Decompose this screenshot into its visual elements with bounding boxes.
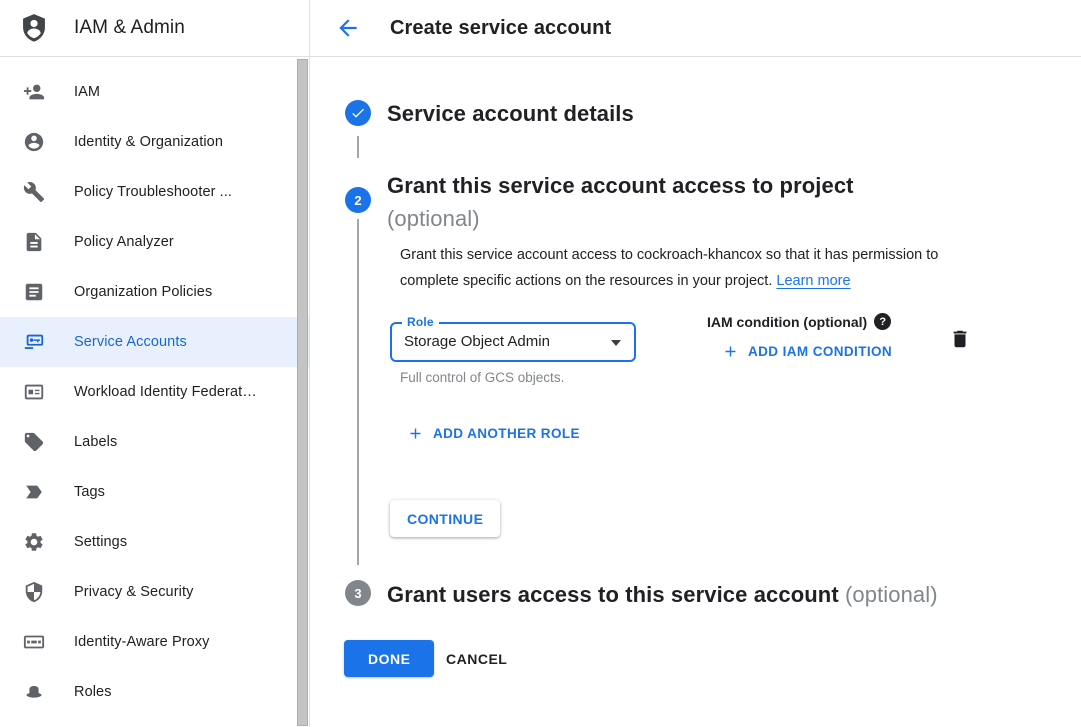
document-icon: [22, 280, 46, 304]
sidebar-item-label: Settings: [74, 534, 127, 550]
continue-button[interactable]: CONTINUE: [390, 500, 500, 537]
sidebar-header: IAM & Admin: [0, 0, 309, 57]
policy-analyzer-icon: [22, 230, 46, 254]
sidebar-item-label: Roles: [74, 684, 112, 700]
help-icon[interactable]: ?: [874, 313, 891, 330]
sidebar-item-workload-identity-federat[interactable]: Workload Identity Federat…: [0, 367, 309, 417]
identity-card-icon: [22, 380, 46, 404]
sidebar-item-labels[interactable]: Labels: [0, 417, 309, 467]
identity-person-icon: [22, 130, 46, 154]
gear-icon: [22, 530, 46, 554]
sidebar-item-label: Policy Troubleshooter ...: [74, 184, 232, 200]
step2-title: Grant this service account access to pro…: [387, 169, 854, 202]
done-button[interactable]: DONE: [344, 640, 434, 677]
cancel-button[interactable]: CANCEL: [437, 640, 516, 677]
step1-complete-check-icon: [345, 100, 371, 126]
step-connector: [357, 136, 359, 158]
sidebar-item-service-accounts[interactable]: Service Accounts: [0, 317, 309, 367]
step1-title: Service account details: [387, 101, 634, 127]
iam-shield-logo-icon: [18, 11, 50, 45]
sidebar-item-label: Identity-Aware Proxy: [74, 634, 210, 650]
sidebar-item-settings[interactable]: Settings: [0, 517, 309, 567]
hat-icon: [22, 680, 46, 704]
sidebar-item-label: Tags: [74, 484, 105, 500]
arrow-tag-icon: [22, 480, 46, 504]
person-add-icon: [22, 80, 46, 104]
shield-half-icon: [22, 580, 46, 604]
chevron-down-icon: [611, 340, 621, 346]
tag-icon: [22, 430, 46, 454]
iam-condition-row: IAM condition (optional) ?: [707, 313, 891, 330]
service-account-key-icon: [22, 330, 46, 354]
sidebar-item-label: Labels: [74, 434, 117, 450]
back-arrow-button[interactable]: [335, 15, 361, 41]
trash-icon: [949, 328, 971, 350]
iam-condition-label: IAM condition (optional): [707, 314, 867, 330]
step-connector: [357, 219, 359, 565]
learn-more-link[interactable]: Learn more: [776, 273, 850, 289]
sidebar-item-label: Identity & Organization: [74, 134, 223, 150]
role-selected-value: Storage Object Admin: [404, 324, 550, 360]
sidebar-scrollbar[interactable]: [297, 59, 308, 726]
sidebar-item-iam[interactable]: IAM: [0, 67, 309, 117]
wrench-icon: [22, 180, 46, 204]
proxy-icon: [22, 630, 46, 654]
description-text: Grant this service account access to coc…: [400, 247, 938, 289]
page-header: Create service account: [310, 0, 1081, 57]
sidebar-item-organization-policies[interactable]: Organization Policies: [0, 267, 309, 317]
plus-icon: [407, 425, 424, 442]
sidebar: IAM & Admin IAM Identity & Organization Po…: [0, 0, 310, 727]
step3-number-badge: 3: [345, 580, 371, 606]
sidebar-item-label: Service Accounts: [74, 334, 187, 350]
step3-optional-label: (optional): [845, 582, 938, 607]
sidebar-item-label: Organization Policies: [74, 284, 212, 300]
add-iam-condition-button[interactable]: ADD IAM CONDITION: [722, 343, 892, 360]
sidebar-item-label: Workload Identity Federat…: [74, 384, 257, 400]
app-title: IAM & Admin: [74, 17, 185, 39]
step2-description: Grant this service account access to coc…: [400, 243, 1000, 294]
main-content: Create service account Service account d…: [310, 0, 1081, 727]
iam-admin-page: IAM & Admin IAM Identity & Organization Po…: [0, 0, 1081, 727]
sidebar-item-label: IAM: [74, 84, 100, 100]
sidebar-item-privacy-security[interactable]: Privacy & Security: [0, 567, 309, 617]
sidebar-nav: IAM Identity & Organization Policy Trouble…: [0, 57, 309, 717]
step2-number-badge: 2: [345, 187, 371, 213]
page-title: Create service account: [390, 0, 611, 56]
sidebar-item-roles[interactable]: Roles: [0, 667, 309, 717]
role-helper-text: Full control of GCS objects.: [400, 370, 564, 385]
sidebar-item-policy-troubleshooter[interactable]: Policy Troubleshooter ...: [0, 167, 309, 217]
step3-title: Grant users access to this service accou…: [387, 582, 938, 608]
step2-optional-label: (optional): [387, 202, 854, 235]
plus-icon: [722, 343, 739, 360]
sidebar-item-identity-organization[interactable]: Identity & Organization: [0, 117, 309, 167]
sidebar-item-identity-aware-proxy[interactable]: Identity-Aware Proxy: [0, 617, 309, 667]
sidebar-item-label: Privacy & Security: [74, 584, 193, 600]
sidebar-item-label: Policy Analyzer: [74, 234, 174, 250]
back-arrow-icon: [335, 15, 361, 41]
role-select[interactable]: Role Storage Object Admin: [390, 322, 636, 362]
sidebar-item-policy-analyzer[interactable]: Policy Analyzer: [0, 217, 309, 267]
add-another-role-button[interactable]: ADD ANOTHER ROLE: [407, 425, 580, 442]
step2-title-block: Grant this service account access to pro…: [387, 169, 854, 235]
sidebar-item-tags[interactable]: Tags: [0, 467, 309, 517]
delete-role-button[interactable]: [947, 327, 973, 353]
